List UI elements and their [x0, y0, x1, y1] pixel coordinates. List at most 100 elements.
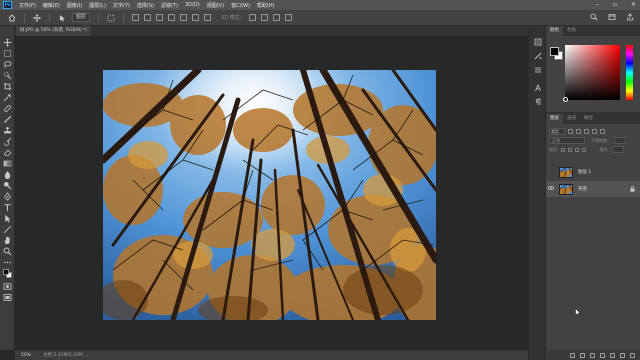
align-hcenter-icon[interactable]	[180, 14, 188, 21]
link-layers-icon[interactable]	[570, 352, 575, 358]
opacity-field[interactable]	[614, 137, 627, 144]
document-canvas-image[interactable]	[103, 70, 436, 320]
gradient-icon[interactable]	[3, 159, 12, 168]
eyedropper-icon[interactable]	[3, 93, 12, 102]
foreground-color-swatch[interactable]	[550, 47, 559, 56]
fill-field[interactable]	[611, 146, 624, 153]
tab-paths[interactable]: 路径	[580, 114, 597, 124]
menu-window[interactable]: 窗口(W)	[231, 2, 250, 9]
marquee-icon[interactable]	[3, 49, 12, 58]
new-group-icon[interactable]	[610, 352, 615, 358]
3d-pan-icon[interactable]	[273, 14, 281, 21]
align-vcenter-icon[interactable]	[144, 14, 152, 21]
menu-type[interactable]: 文字(Y)	[113, 2, 130, 9]
close-tab-icon[interactable]: ×	[84, 26, 88, 36]
tab-channels[interactable]: 通道	[563, 114, 580, 124]
lock-image-icon[interactable]	[568, 147, 573, 152]
zoom-icon[interactable]	[3, 247, 12, 256]
lasso-icon[interactable]	[3, 60, 12, 69]
add-mask-icon[interactable]	[590, 352, 595, 358]
foreground-background-swatches[interactable]	[550, 47, 564, 61]
align-top-icon[interactable]	[132, 14, 140, 21]
minimize-icon[interactable]: –	[596, 1, 599, 8]
swap-colors-icon[interactable]	[3, 269, 12, 278]
home-icon[interactable]	[8, 13, 16, 22]
maximize-icon[interactable]: ▫	[613, 1, 617, 8]
filter-shape-icon[interactable]	[592, 128, 597, 134]
history-brush-icon[interactable]	[3, 137, 12, 146]
history-panel-icon[interactable]	[534, 38, 542, 46]
dodge-icon[interactable]	[3, 181, 12, 190]
hand-icon[interactable]	[3, 236, 12, 245]
filter-type-icon[interactable]	[584, 128, 589, 134]
menu-file[interactable]: 文件(F)	[19, 2, 36, 9]
character-panel-icon[interactable]	[534, 83, 542, 92]
layer-row-1[interactable]: 图层 1	[546, 164, 640, 180]
distribute-icon[interactable]	[204, 14, 212, 21]
layer-name[interactable]: 图层 1	[578, 169, 591, 175]
3d-orbit-icon[interactable]	[249, 14, 257, 21]
paragraph-panel-icon[interactable]	[534, 98, 542, 106]
rectangle-icon[interactable]	[3, 225, 12, 234]
align-right-icon[interactable]	[192, 14, 200, 21]
share-icon[interactable]	[626, 13, 634, 21]
crop-icon[interactable]	[3, 82, 12, 91]
blend-mode-dropdown[interactable]: 正常	[549, 137, 585, 144]
3d-slide-icon[interactable]	[285, 14, 293, 21]
pen-icon[interactable]	[3, 192, 12, 201]
menu-select[interactable]: 选择(S)	[137, 2, 154, 9]
edit-toolbar-icon[interactable]	[3, 258, 12, 267]
menu-help[interactable]: 帮助(H)	[257, 2, 275, 9]
document-tab[interactable]: 树.JPG @ 50% (背景, RGB/8) * ×	[16, 26, 91, 36]
align-bottom-icon[interactable]	[156, 14, 164, 21]
new-layer-icon[interactable]	[620, 352, 625, 358]
3d-roll-icon[interactable]	[261, 14, 269, 21]
canvas-area[interactable]	[15, 36, 528, 350]
layer-kind-filter[interactable]: 类型	[549, 127, 565, 135]
eraser-icon[interactable]	[3, 148, 12, 157]
brush-icon[interactable]	[3, 115, 12, 124]
transform-controls-icon[interactable]	[107, 14, 115, 22]
menu-view[interactable]: 视图(V)	[207, 2, 224, 9]
quick-mask-icon[interactable]	[3, 282, 12, 291]
healing-icon[interactable]	[3, 104, 12, 113]
blur-icon[interactable]	[3, 170, 12, 179]
filter-adjust-icon[interactable]	[576, 128, 581, 134]
screen-mode-icon[interactable]	[3, 293, 12, 302]
adjustment-layer-icon[interactable]	[600, 352, 605, 358]
properties-panel-icon[interactable]	[534, 66, 542, 74]
auto-select-dropdown[interactable]: 图层	[72, 13, 91, 22]
menu-edit[interactable]: 编辑(E)	[43, 2, 60, 9]
filter-smart-icon[interactable]	[600, 128, 605, 134]
type-icon[interactable]	[3, 203, 12, 212]
lock-position-icon[interactable]	[575, 147, 580, 152]
align-left-icon[interactable]	[168, 14, 176, 21]
workspace-icon[interactable]	[608, 13, 616, 21]
clone-stamp-icon[interactable]	[3, 126, 12, 135]
layer-name[interactable]: 背景	[578, 186, 587, 192]
path-select-icon[interactable]	[3, 214, 12, 223]
auto-select-checkbox[interactable]	[58, 14, 66, 22]
menu-layer[interactable]: 图层(L)	[89, 2, 106, 9]
menu-filter[interactable]: 滤镜(T)	[161, 2, 178, 9]
color-picker-field[interactable]	[563, 45, 620, 102]
zoom-level-field[interactable]: 50%	[21, 353, 39, 358]
tab-color[interactable]: 颜色	[546, 25, 563, 36]
status-menu-icon[interactable]: ›	[87, 353, 89, 358]
search-icon[interactable]	[590, 13, 598, 21]
move-tool-preset-icon[interactable]	[33, 13, 41, 22]
lock-all-icon[interactable]	[582, 147, 587, 152]
tab-swatches[interactable]: 色板	[563, 26, 580, 36]
adjust-panel-icon[interactable]	[534, 52, 542, 60]
menu-3d[interactable]: 3D(D)	[185, 2, 200, 8]
lock-transparent-icon[interactable]	[561, 147, 566, 152]
layer-row-background[interactable]: 背景	[546, 181, 640, 197]
picker-cursor[interactable]	[563, 97, 568, 102]
layer-style-icon[interactable]	[580, 352, 585, 358]
visibility-toggle-icon[interactable]	[546, 186, 556, 192]
filter-pixel-icon[interactable]	[568, 128, 573, 134]
close-icon[interactable]: ✕	[631, 1, 636, 8]
tab-layers[interactable]: 图层	[546, 114, 563, 124]
hue-slider[interactable]	[626, 45, 633, 100]
delete-layer-icon[interactable]	[630, 352, 635, 358]
